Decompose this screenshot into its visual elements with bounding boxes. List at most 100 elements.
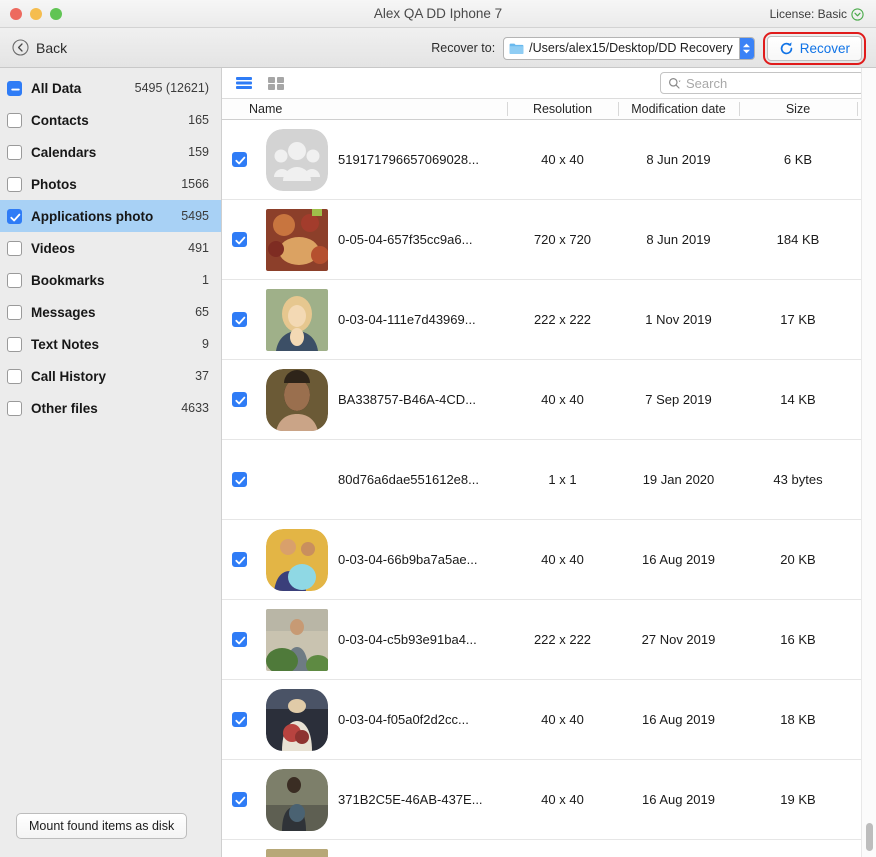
sidebar-item-bookmarks[interactable]: Bookmarks 1 — [0, 264, 221, 296]
row-thumbnail-cell — [256, 840, 338, 857]
sidebar-checkbox[interactable] — [7, 112, 22, 128]
row-thumbnail-cell — [256, 200, 338, 279]
license-status[interactable]: License: Basic — [770, 0, 864, 28]
grid-view-icon[interactable] — [266, 74, 286, 92]
sidebar-item-contacts[interactable]: Contacts 165 — [0, 104, 221, 136]
row-checkbox[interactable] — [231, 472, 247, 487]
sidebar-item-applications-photo[interactable]: Applications photo 5495 — [0, 200, 221, 232]
row-size: 17 KB — [780, 312, 816, 327]
table-row[interactable]: 0-03-04-f05a0f2d2cc... 40 x 40 16 Aug 2019… — [222, 680, 876, 760]
row-name: 0-03-04-111e7d43969... — [338, 312, 476, 327]
column-header-resolution[interactable]: Resolution — [507, 99, 618, 119]
row-checkbox[interactable] — [231, 392, 247, 407]
sidebar-checkbox[interactable] — [7, 80, 22, 96]
row-checkbox[interactable] — [231, 632, 247, 647]
table-row[interactable]: 519171796657069028... 40 x 40 8 Jun 2019 6 … — [222, 120, 876, 200]
destination-path-select[interactable]: /Users/alex15/Desktop/DD Recovery — [503, 36, 755, 60]
table-row[interactable]: 0-03-04-66b9ba7a5ae... 40 x 40 16 Aug 2019… — [222, 520, 876, 600]
sidebar-checkbox[interactable] — [7, 208, 22, 224]
sidebar-item-videos[interactable]: Videos 491 — [0, 232, 221, 264]
file-list[interactable]: 519171796657069028... 40 x 40 8 Jun 2019 6 … — [222, 120, 876, 857]
stepper-updown-icon[interactable] — [738, 37, 754, 59]
row-checkbox[interactable] — [231, 712, 247, 727]
sidebar-checkbox[interactable] — [7, 304, 22, 320]
row-checkbox[interactable] — [231, 152, 247, 167]
row-name: 0-03-04-66b9ba7a5ae... — [338, 552, 478, 567]
sidebar-item-count: 4633 — [181, 401, 209, 415]
sidebar-item-label: Other files — [31, 400, 98, 416]
row-thumbnail-cell — [256, 760, 338, 839]
table-row[interactable]: BA338757-B46A-4CD... 40 x 40 7 Sep 2019 14 … — [222, 360, 876, 440]
title-bar: Alex QA DD Iphone 7 License: Basic — [0, 0, 876, 28]
table-row[interactable]: 0-03-04-c5b93e91ba4... 222 x 222 27 Nov 20… — [222, 600, 876, 680]
search-input[interactable] — [686, 75, 856, 91]
sidebar-item-text-notes[interactable]: Text Notes 9 — [0, 328, 221, 360]
row-checkbox-cell[interactable] — [222, 120, 256, 199]
search-magnifier-icon[interactable] — [668, 77, 682, 90]
row-checkbox-cell[interactable] — [222, 760, 256, 839]
sidebar-item-photos[interactable]: Photos 1566 — [0, 168, 221, 200]
row-thumbnail-cell — [256, 360, 338, 439]
row-checkbox-cell[interactable] — [222, 280, 256, 359]
column-header-name[interactable]: Name — [222, 99, 507, 119]
sidebar-checkbox[interactable] — [7, 368, 22, 384]
row-size: 14 KB — [780, 392, 816, 407]
sidebar-item-label: Calendars — [31, 144, 97, 160]
row-checkbox-cell[interactable] — [222, 200, 256, 279]
sidebar-checkbox[interactable] — [7, 336, 22, 352]
back-button[interactable]: Back — [12, 39, 67, 56]
row-checkbox-cell[interactable] — [222, 520, 256, 599]
sidebar-item-count: 65 — [195, 305, 209, 319]
list-view-icon[interactable] — [234, 74, 254, 92]
sidebar-checkbox[interactable] — [7, 176, 22, 192]
row-size — [739, 840, 857, 857]
row-resolution: 720 x 720 — [533, 232, 592, 247]
sidebar-checkbox[interactable] — [7, 144, 22, 160]
row-name: 0-05-04-657f35cc9a6... — [338, 232, 473, 247]
row-checkbox-cell[interactable] — [222, 600, 256, 679]
row-date: 1 Nov 2019 — [645, 312, 712, 327]
destination-path-text: /Users/alex15/Desktop/DD Recovery — [529, 41, 733, 55]
sidebar-item-all-data[interactable]: All Data 5495 (12621) — [0, 72, 221, 104]
sidebar-checkbox[interactable] — [7, 240, 22, 256]
row-size: 20 KB — [780, 552, 816, 567]
row-checkbox[interactable] — [231, 232, 247, 247]
mount-found-items-button[interactable]: Mount found items as disk — [16, 813, 188, 839]
table-row[interactable] — [222, 840, 876, 857]
content-toolbar — [222, 68, 876, 98]
row-checkbox[interactable] — [231, 312, 247, 327]
table-row[interactable]: 80d76a6dae551612e8... 1 x 1 19 Jan 2020 43 … — [222, 440, 876, 520]
row-checkbox-cell[interactable] — [222, 440, 256, 519]
recover-button[interactable]: Recover — [766, 35, 862, 61]
table-row[interactable]: 0-03-04-111e7d43969... 222 x 222 1 Nov 201… — [222, 280, 876, 360]
refresh-circular-arrow-icon — [779, 41, 794, 56]
column-header-size[interactable]: Size — [739, 99, 857, 119]
row-checkbox[interactable] — [231, 552, 247, 567]
sidebar-item-call-history[interactable]: Call History 37 — [0, 360, 221, 392]
sidebar-checkbox[interactable] — [7, 272, 22, 288]
sidebar-item-calendars[interactable]: Calendars 159 — [0, 136, 221, 168]
sidebar-item-other-files[interactable]: Other files 4633 — [0, 392, 221, 424]
row-resolution: 40 x 40 — [541, 392, 584, 407]
sidebar-item-label: Messages — [31, 304, 96, 320]
row-checkbox[interactable] — [231, 792, 247, 807]
blonde-woman-portrait-thumbnail — [266, 288, 328, 351]
sidebar-checkbox[interactable] — [7, 400, 22, 416]
table-row[interactable]: 0-05-04-657f35cc9a6... 720 x 720 8 Jun 201… — [222, 200, 876, 280]
scrollbar-thumb[interactable] — [866, 823, 873, 851]
column-header-date[interactable]: Modification date — [618, 99, 739, 119]
row-resolution — [507, 840, 618, 857]
sidebar-item-messages[interactable]: Messages 65 — [0, 296, 221, 328]
close-button[interactable] — [10, 7, 22, 20]
table-row[interactable]: 371B2C5E-46AB-437E... 40 x 40 16 Aug 2019 1… — [222, 760, 876, 840]
row-checkbox-cell[interactable] — [222, 680, 256, 759]
window-controls — [0, 7, 62, 20]
row-thumbnail-cell — [256, 600, 338, 679]
row-checkbox-cell[interactable] — [222, 360, 256, 439]
minimize-button[interactable] — [30, 7, 42, 20]
sidebar-item-count: 37 — [195, 369, 209, 383]
vertical-scrollbar[interactable] — [861, 68, 876, 857]
search-field[interactable] — [660, 72, 864, 94]
zoom-button[interactable] — [50, 7, 62, 20]
row-checkbox-cell[interactable] — [222, 840, 256, 857]
